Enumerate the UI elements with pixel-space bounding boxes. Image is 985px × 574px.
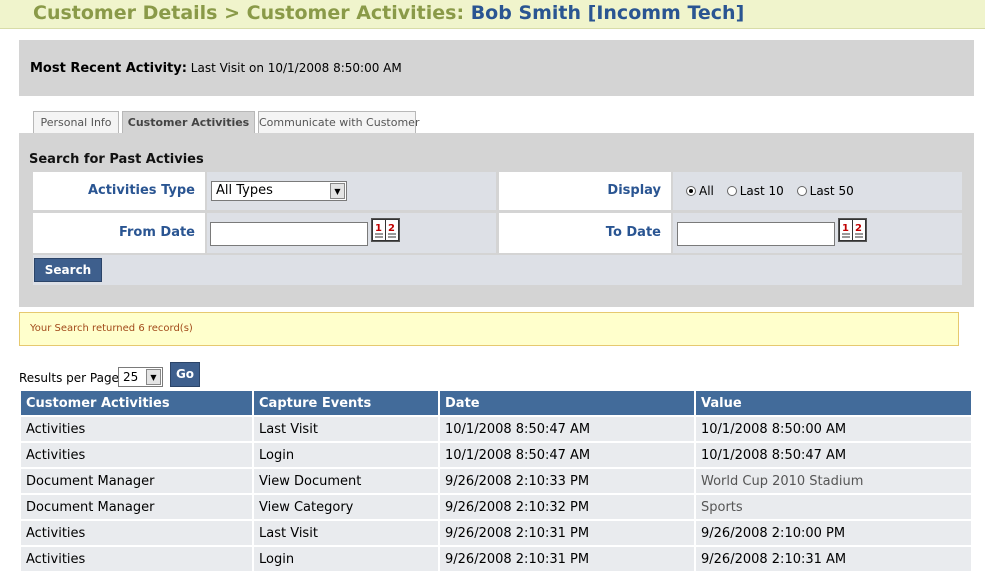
table-cell: 9/26/2008 2:10:00 PM <box>696 521 971 545</box>
table-cell: 10/1/2008 8:50:47 AM <box>696 443 971 467</box>
table-cell: Login <box>254 547 438 571</box>
calendar-icon[interactable]: 1 2 <box>838 218 867 242</box>
tab-personal-info[interactable]: Personal Info <box>33 111 119 134</box>
table-cell: Last Visit <box>254 417 438 441</box>
activities-type-label: Activities Type <box>33 172 205 210</box>
table-cell: 9/26/2008 2:10:32 PM <box>440 495 694 519</box>
results-per-page-label: Results per Page: <box>19 371 123 385</box>
display-radio-all[interactable]: All <box>686 184 714 198</box>
display-radio-last-50[interactable]: Last 50 <box>796 184 854 198</box>
go-button[interactable]: Go <box>170 362 200 387</box>
radio-icon[interactable] <box>726 186 737 196</box>
table-cell: View Document <box>254 469 438 493</box>
table-header-row: Customer Activities Capture Events Date … <box>21 391 971 415</box>
table-cell: View Category <box>254 495 438 519</box>
table-cell: Login <box>254 443 438 467</box>
table-row: Activities Login 10/1/2008 8:50:47 AM 10… <box>21 443 971 467</box>
activities-type-select[interactable]: All Types ▼ <box>211 181 347 201</box>
to-date-input[interactable] <box>677 222 835 246</box>
search-result-notice: Your Search returned 6 record(s) <box>19 312 959 346</box>
table-row: Activities Login 9/26/2008 2:10:31 PM 9/… <box>21 547 971 571</box>
column-header[interactable]: Customer Activities <box>21 391 252 415</box>
table-cell: 10/1/2008 8:50:47 AM <box>440 443 694 467</box>
search-button[interactable]: Search <box>34 258 102 282</box>
display-radio-group: All Last 10 Last 50 <box>686 184 863 198</box>
table-cell: 9/26/2008 2:10:31 AM <box>696 547 971 571</box>
results-per-page-value: 25 <box>123 370 139 384</box>
table-row: Activities Last Visit 9/26/2008 2:10:31 … <box>21 521 971 545</box>
table-cell: Document Manager <box>21 495 252 519</box>
chevron-down-icon[interactable]: ▼ <box>146 369 161 385</box>
table-cell: 9/26/2008 2:10:33 PM <box>440 469 694 493</box>
display-label: Display <box>499 172 671 210</box>
svg-text:2: 2 <box>388 223 395 234</box>
column-header[interactable]: Date <box>440 391 694 415</box>
table-cell: Activities <box>21 521 252 545</box>
most-recent-activity: Most Recent Activity: Last Visit on 10/1… <box>19 40 974 96</box>
table-cell: 9/26/2008 2:10:31 PM <box>440 547 694 571</box>
from-date-input[interactable] <box>210 222 368 246</box>
table-cell: 10/1/2008 8:50:00 AM <box>696 417 971 441</box>
table-cell: Document Manager <box>21 469 252 493</box>
tab-customer-activities[interactable]: Customer Activities <box>122 111 255 134</box>
from-date-label: From Date <box>33 213 205 253</box>
page-title: Customer Details > Customer Activities: … <box>0 0 985 29</box>
table-cell: Activities <box>21 443 252 467</box>
svg-text:1: 1 <box>375 223 382 234</box>
table-row: Activities Last Visit 10/1/2008 8:50:47 … <box>21 417 971 441</box>
column-header[interactable]: Capture Events <box>254 391 438 415</box>
table-cell: World Cup 2010 Stadium <box>696 469 971 493</box>
to-date-label: To Date <box>499 213 671 253</box>
table-cell: Activities <box>21 417 252 441</box>
most-recent-activity-value: Last Visit on 10/1/2008 8:50:00 AM <box>190 61 402 75</box>
table-cell: Last Visit <box>254 521 438 545</box>
table-row: Document Manager View Document 9/26/2008… <box>21 469 971 493</box>
table-row: Document Manager View Category 9/26/2008… <box>21 495 971 519</box>
breadcrumb: Customer Details > Customer Activities: <box>33 2 471 24</box>
table-cell: 10/1/2008 8:50:47 AM <box>440 417 694 441</box>
radio-selected-icon[interactable] <box>686 186 696 196</box>
table-cell: Sports <box>696 495 971 519</box>
customer-name: Bob Smith [Incomm Tech] <box>470 2 745 24</box>
table-cell: Activities <box>21 547 252 571</box>
search-button-row <box>33 255 962 285</box>
table-cell: 9/26/2008 2:10:31 PM <box>440 521 694 545</box>
activities-table: Customer Activities Capture Events Date … <box>19 389 973 573</box>
svg-text:1: 1 <box>842 223 849 234</box>
display-radio-last-10[interactable]: Last 10 <box>726 184 784 198</box>
svg-text:2: 2 <box>855 223 862 234</box>
calendar-icon[interactable]: 1 2 <box>371 218 400 242</box>
search-title: Search for Past Activies <box>29 152 204 167</box>
activities-type-value: All Types <box>216 183 273 198</box>
results-per-page-select[interactable]: 25 ▼ <box>118 367 163 387</box>
tab-communicate-with-customer[interactable]: Communicate with Customer <box>258 111 419 134</box>
column-header[interactable]: Value <box>696 391 971 415</box>
most-recent-activity-label: Most Recent Activity: <box>30 61 187 76</box>
chevron-down-icon[interactable]: ▼ <box>330 183 345 199</box>
radio-icon[interactable] <box>796 186 807 196</box>
